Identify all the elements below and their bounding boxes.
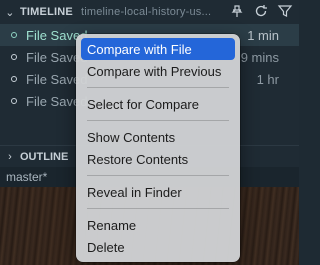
menu-item-restore-contents[interactable]: Restore Contents	[81, 148, 235, 170]
refresh-icon[interactable]	[253, 3, 269, 19]
timeline-header[interactable]: ⌄ TIMELINE timeline-local-history-us...	[0, 0, 299, 24]
commit-dot-icon	[11, 54, 17, 60]
menu-separator	[87, 208, 229, 209]
chevron-down-icon: ⌄	[5, 6, 15, 19]
menu-item-show-contents[interactable]: Show Contents	[81, 126, 235, 148]
timeline-subtitle: timeline-local-history-us...	[80, 6, 212, 18]
context-menu: Compare with File Compare with Previous …	[76, 34, 240, 262]
vscode-window: ⌄ TIMELINE timeline-local-history-us... …	[0, 0, 299, 265]
commit-dot-icon	[11, 32, 17, 38]
menu-item-compare-with-file[interactable]: Compare with File	[81, 38, 235, 60]
timeline-item-time: 1 hr	[256, 71, 279, 87]
commit-dot-icon	[11, 98, 17, 104]
branch-indicator[interactable]: master*	[6, 170, 47, 184]
menu-item-select-for-compare[interactable]: Select for Compare	[81, 93, 235, 115]
pin-icon[interactable]	[229, 3, 245, 19]
timeline-title: TIMELINE	[20, 6, 73, 18]
outline-title: OUTLINE	[20, 151, 69, 163]
menu-item-rename[interactable]: Rename	[81, 214, 235, 236]
timeline-item-time: 9 mins	[240, 49, 279, 65]
timeline-item-time: 1 min	[247, 27, 279, 43]
menu-item-delete[interactable]: Delete	[81, 236, 235, 258]
menu-item-compare-with-previous[interactable]: Compare with Previous	[81, 60, 235, 82]
menu-item-reveal-in-finder[interactable]: Reveal in Finder	[81, 181, 235, 203]
commit-dot-icon	[11, 76, 17, 82]
timeline-actions	[229, 3, 293, 19]
menu-separator	[87, 87, 229, 88]
chevron-right-icon: ›	[8, 151, 12, 163]
filter-icon[interactable]	[277, 3, 293, 19]
menu-separator	[87, 120, 229, 121]
menu-separator	[87, 175, 229, 176]
